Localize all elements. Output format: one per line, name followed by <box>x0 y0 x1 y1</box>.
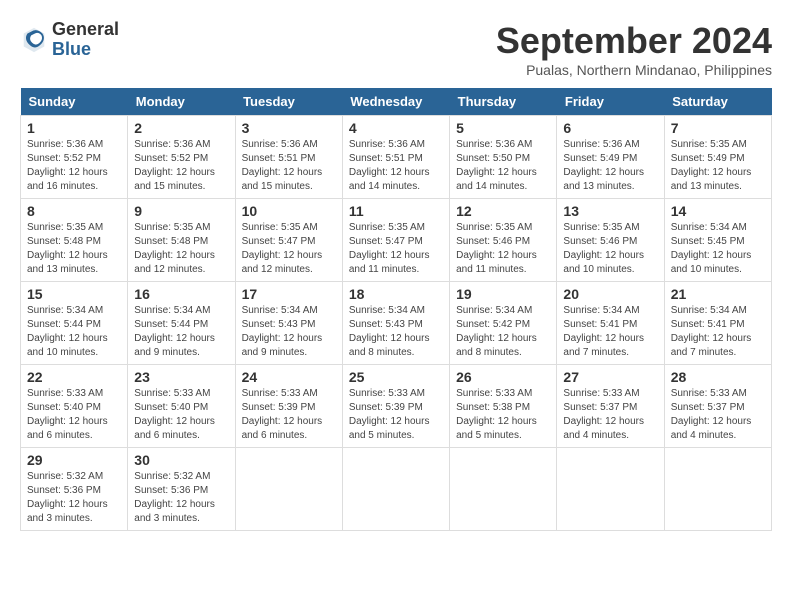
week-row-2: 8 Sunrise: 5:35 AMSunset: 5:48 PMDayligh… <box>21 199 772 282</box>
day-25: 25 Sunrise: 5:33 AMSunset: 5:39 PMDaylig… <box>342 365 449 448</box>
empty-cell-4 <box>557 448 664 531</box>
day-1: 1 Sunrise: 5:36 AMSunset: 5:52 PMDayligh… <box>21 116 128 199</box>
day-29: 29 Sunrise: 5:32 AMSunset: 5:36 PMDaylig… <box>21 448 128 531</box>
day-17: 17 Sunrise: 5:34 AMSunset: 5:43 PMDaylig… <box>235 282 342 365</box>
header-monday: Monday <box>128 88 235 116</box>
day-19: 19 Sunrise: 5:34 AMSunset: 5:42 PMDaylig… <box>450 282 557 365</box>
logo-icon <box>20 26 48 54</box>
day-24: 24 Sunrise: 5:33 AMSunset: 5:39 PMDaylig… <box>235 365 342 448</box>
day-3: 3 Sunrise: 5:36 AMSunset: 5:51 PMDayligh… <box>235 116 342 199</box>
location: Pualas, Northern Mindanao, Philippines <box>496 62 772 78</box>
calendar-header-row: Sunday Monday Tuesday Wednesday Thursday… <box>21 88 772 116</box>
header-thursday: Thursday <box>450 88 557 116</box>
empty-cell-3 <box>450 448 557 531</box>
header-sunday: Sunday <box>21 88 128 116</box>
day-5: 5 Sunrise: 5:36 AMSunset: 5:50 PMDayligh… <box>450 116 557 199</box>
day-28: 28 Sunrise: 5:33 AMSunset: 5:37 PMDaylig… <box>664 365 771 448</box>
day-13: 13 Sunrise: 5:35 AMSunset: 5:46 PMDaylig… <box>557 199 664 282</box>
day-14: 14 Sunrise: 5:34 AMSunset: 5:45 PMDaylig… <box>664 199 771 282</box>
day-6: 6 Sunrise: 5:36 AMSunset: 5:49 PMDayligh… <box>557 116 664 199</box>
header-wednesday: Wednesday <box>342 88 449 116</box>
calendar: Sunday Monday Tuesday Wednesday Thursday… <box>20 88 772 531</box>
empty-cell-2 <box>342 448 449 531</box>
day-2: 2 Sunrise: 5:36 AMSunset: 5:52 PMDayligh… <box>128 116 235 199</box>
title-section: September 2024 Pualas, Northern Mindanao… <box>496 20 772 78</box>
day-21: 21 Sunrise: 5:34 AMSunset: 5:41 PMDaylig… <box>664 282 771 365</box>
day-9: 9 Sunrise: 5:35 AMSunset: 5:48 PMDayligh… <box>128 199 235 282</box>
week-row-1: 1 Sunrise: 5:36 AMSunset: 5:52 PMDayligh… <box>21 116 772 199</box>
header-friday: Friday <box>557 88 664 116</box>
day-30: 30 Sunrise: 5:32 AMSunset: 5:36 PMDaylig… <box>128 448 235 531</box>
week-row-4: 22 Sunrise: 5:33 AMSunset: 5:40 PMDaylig… <box>21 365 772 448</box>
day-4: 4 Sunrise: 5:36 AMSunset: 5:51 PMDayligh… <box>342 116 449 199</box>
day-10: 10 Sunrise: 5:35 AMSunset: 5:47 PMDaylig… <box>235 199 342 282</box>
day-11: 11 Sunrise: 5:35 AMSunset: 5:47 PMDaylig… <box>342 199 449 282</box>
logo-general: General <box>52 19 119 39</box>
day-18: 18 Sunrise: 5:34 AMSunset: 5:43 PMDaylig… <box>342 282 449 365</box>
day-27: 27 Sunrise: 5:33 AMSunset: 5:37 PMDaylig… <box>557 365 664 448</box>
week-row-3: 15 Sunrise: 5:34 AMSunset: 5:44 PMDaylig… <box>21 282 772 365</box>
empty-cell-5 <box>664 448 771 531</box>
day-20: 20 Sunrise: 5:34 AMSunset: 5:41 PMDaylig… <box>557 282 664 365</box>
empty-cell-1 <box>235 448 342 531</box>
page-header: General Blue September 2024 Pualas, Nort… <box>20 20 772 78</box>
logo-text: General Blue <box>52 20 119 60</box>
day-22: 22 Sunrise: 5:33 AMSunset: 5:40 PMDaylig… <box>21 365 128 448</box>
header-tuesday: Tuesday <box>235 88 342 116</box>
day-16: 16 Sunrise: 5:34 AMSunset: 5:44 PMDaylig… <box>128 282 235 365</box>
day-23: 23 Sunrise: 5:33 AMSunset: 5:40 PMDaylig… <box>128 365 235 448</box>
day-8: 8 Sunrise: 5:35 AMSunset: 5:48 PMDayligh… <box>21 199 128 282</box>
day-26: 26 Sunrise: 5:33 AMSunset: 5:38 PMDaylig… <box>450 365 557 448</box>
day-12: 12 Sunrise: 5:35 AMSunset: 5:46 PMDaylig… <box>450 199 557 282</box>
logo: General Blue <box>20 20 119 60</box>
day-7: 7 Sunrise: 5:35 AMSunset: 5:49 PMDayligh… <box>664 116 771 199</box>
week-row-5: 29 Sunrise: 5:32 AMSunset: 5:36 PMDaylig… <box>21 448 772 531</box>
header-saturday: Saturday <box>664 88 771 116</box>
day-15: 15 Sunrise: 5:34 AMSunset: 5:44 PMDaylig… <box>21 282 128 365</box>
logo-blue: Blue <box>52 39 91 59</box>
month-title: September 2024 <box>496 20 772 62</box>
